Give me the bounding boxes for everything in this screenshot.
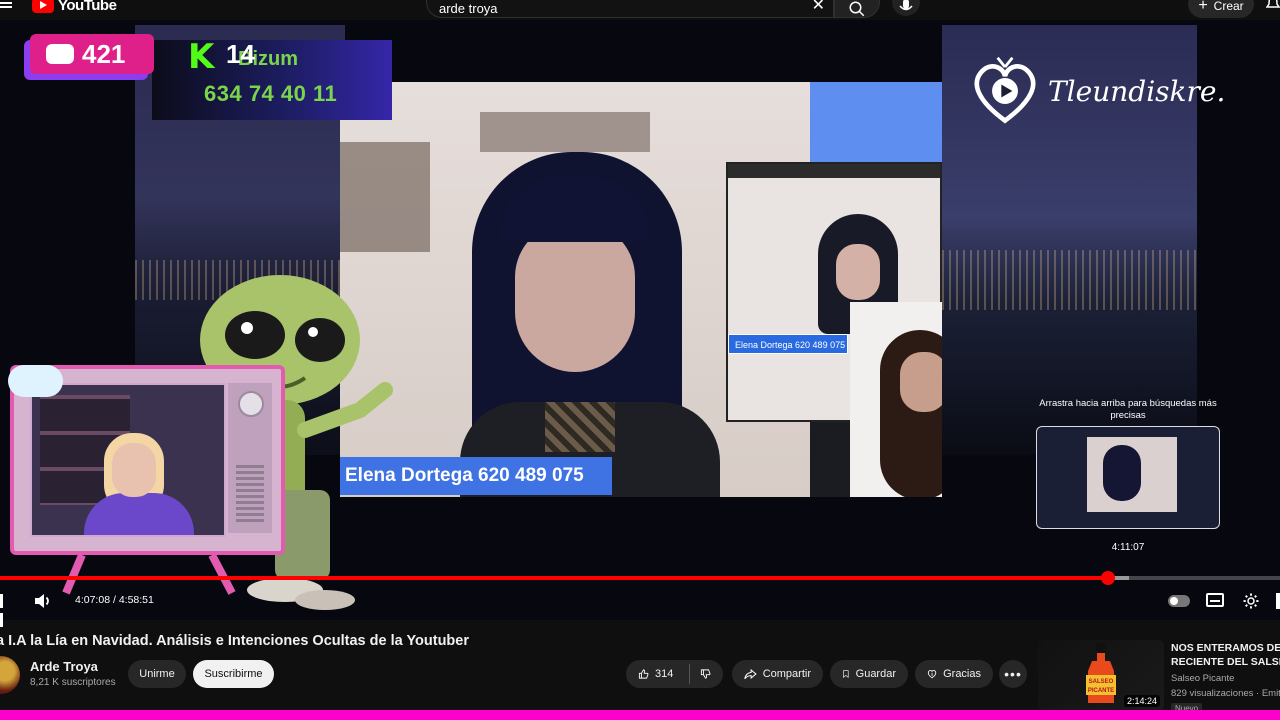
search-box[interactable]: ✕ (426, 0, 834, 18)
video-title: a I.A la Lía en Navidad. Análisis e Inte… (0, 633, 469, 649)
progress-bar[interactable] (0, 571, 1280, 585)
city-lights (942, 250, 1197, 310)
plus-icon: + (1198, 0, 1208, 14)
clear-search-icon[interactable]: ✕ (812, 0, 825, 14)
pause-icon[interactable] (0, 594, 10, 627)
window (810, 82, 942, 162)
tv-control-panel (228, 383, 272, 533)
like-dislike-group: 314 (626, 660, 723, 688)
logo-text: YouTube (58, 0, 117, 14)
recommended-video-duration: 2:14:24 (1123, 695, 1160, 707)
channel-name[interactable]: Arde Troya (30, 659, 98, 674)
volume-icon[interactable] (33, 591, 53, 611)
super-thanks-icon: $ (927, 670, 937, 679)
microphone-icon (899, 0, 913, 11)
recommended-video-thumbnail[interactable]: SALSEO PICANTE 2:14:24 (1038, 640, 1164, 711)
youtube-logo[interactable]: YouTube (32, 0, 117, 14)
subtitles-icon[interactable] (1206, 593, 1224, 607)
bizum-phone: 634 74 40 11 (204, 81, 338, 106)
more-actions-button[interactable]: ••• (999, 660, 1027, 688)
hot-sauce-bottle-image: SALSEO PICANTE (1086, 643, 1116, 703)
thumb-brand-line2: PICANTE (1088, 688, 1114, 694)
like-divider (689, 664, 691, 684)
top-bar: YouTube ✕ + Crear (0, 0, 1280, 20)
current-time: 4:07:08 (75, 594, 111, 606)
more-dots-icon: ••• (1004, 666, 1022, 682)
search-icon (849, 1, 865, 17)
subscriber-count: 8,21 K suscriptores (30, 677, 116, 688)
streamer-webcam (30, 383, 226, 537)
pink-bottom-strip (0, 710, 1280, 720)
thanks-button[interactable]: $ Gracias (915, 660, 993, 688)
drag-hint-text: Arrastra hacia arriba para búsquedas más… (1039, 398, 1217, 421)
youtube-chat-icon (46, 44, 74, 64)
share-icon (744, 668, 757, 680)
channel-avatar[interactable] (0, 656, 20, 694)
inset-name-banner: Elena Dortega 620 489 075 (728, 334, 848, 354)
kick-logo-icon: K (188, 37, 215, 77)
thumbs-down-icon[interactable] (700, 666, 711, 682)
shelf (340, 142, 430, 252)
recommended-video-channel[interactable]: Salseo Picante (1171, 673, 1234, 684)
recommended-video-views: 829 visualizaciones · Emiti (1171, 688, 1280, 699)
create-button[interactable]: + Crear (1188, 0, 1254, 18)
kick-viewer-count: 14 (226, 39, 255, 69)
guest-webcam: Elena Dortega 620 489 075 (340, 82, 942, 497)
duration: 4:58:51 (118, 594, 154, 606)
notifications-bell-icon[interactable] (1266, 0, 1280, 12)
youtube-viewer-count: 421 (82, 38, 126, 69)
progress-played (0, 576, 1109, 580)
recommended-video-title[interactable]: NOS ENTERAMOS DE L RECIENTE DEL SALSE (1171, 641, 1280, 669)
create-label: Crear (1213, 0, 1244, 13)
subscribe-button[interactable]: Suscribirme (193, 660, 274, 688)
svg-text:$: $ (931, 671, 934, 676)
search-button[interactable] (834, 0, 880, 18)
recommended-title-line1: NOS ENTERAMOS DE L (1171, 642, 1280, 654)
tv-knob-icon (238, 391, 264, 417)
search-input[interactable] (439, 1, 799, 16)
thanks-label: Gracias (943, 668, 981, 680)
cloud-decoration (8, 365, 63, 397)
thumb-brand-line1: SALSEO (1089, 679, 1114, 685)
menu-icon[interactable] (0, 0, 14, 14)
video-player[interactable]: Elena Dortega 620 489 075 Elena Dortega … (0, 20, 1280, 620)
youtube-play-icon (32, 0, 54, 13)
brand-text: Tleundiskre. (1048, 74, 1226, 108)
miniplayer-icon[interactable] (1276, 593, 1280, 609)
join-button[interactable]: Unirme (128, 660, 186, 688)
time-readout: 4:07:08 / 4:58:51 (75, 594, 154, 606)
tv-speaker-grill (236, 465, 264, 525)
bookmark-icon (843, 670, 849, 678)
third-webcam (850, 302, 942, 497)
voice-search-button[interactable] (892, 0, 920, 16)
seek-preview-time: 4:11:07 (1111, 542, 1145, 553)
share-button[interactable]: Compartir (732, 660, 823, 688)
like-count[interactable]: 314 (655, 668, 673, 680)
save-label: Guardar (855, 668, 896, 680)
share-label: Compartir (762, 668, 811, 680)
thumbs-up-icon[interactable] (638, 666, 649, 682)
shelf (480, 112, 650, 152)
gear-icon[interactable] (1242, 592, 1260, 610)
seek-preview-thumbnail (1036, 426, 1220, 529)
heart-play-icon (974, 56, 1036, 124)
autoplay-toggle[interactable] (1168, 595, 1190, 607)
guest-person (460, 152, 720, 497)
player-controls: 4:07:08 / 4:58:51 (0, 588, 1280, 627)
youtube-viewer-badge: 421 (30, 34, 154, 74)
recommended-title-line2: RECIENTE DEL SALSE (1171, 656, 1280, 668)
brand-logo: Tleundiskre. (968, 54, 1225, 128)
save-button[interactable]: Guardar (830, 660, 908, 688)
